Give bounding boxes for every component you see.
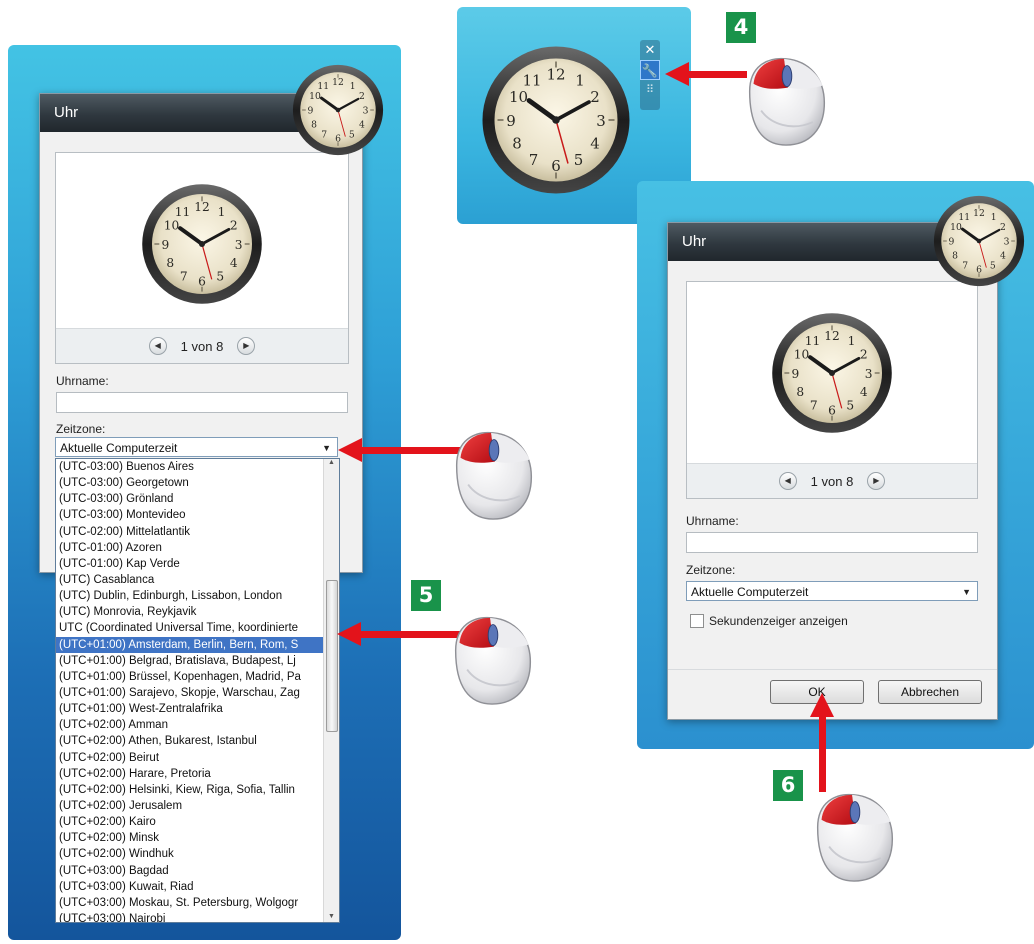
clock-gadget-thumbnail [292, 64, 384, 156]
step-badge-6: 6 [773, 770, 803, 801]
clock-gadget-thumbnail [933, 195, 1025, 287]
timezone-option[interactable]: (UTC+03:00) Nairobi [56, 911, 339, 922]
timezone-option[interactable]: (UTC+02:00) Athen, Bukarest, Istanbul [56, 733, 339, 749]
preview-pager: ◀ 1 von 8 ▶ [56, 328, 348, 363]
clock-preview: ◀ 1 von 8 ▶ [55, 152, 349, 364]
preview-pager: ◀ 1 von 8 ▶ [687, 463, 977, 498]
dropdown-scrollbar[interactable]: ▲ ▼ [323, 459, 339, 922]
scrollbar-thumb[interactable] [326, 580, 338, 732]
chevron-down-icon[interactable]: ▼ [962, 582, 971, 602]
timezone-option[interactable]: (UTC+01:00) West-Zentralafrika [56, 701, 339, 717]
close-icon[interactable]: ✕ [640, 40, 660, 60]
timezone-option[interactable]: (UTC-03:00) Grönland [56, 491, 339, 507]
timezone-option[interactable]: (UTC+02:00) Helsinki, Kiew, Riga, Sofia,… [56, 782, 339, 798]
clock-preview: ◀ 1 von 8 ▶ [686, 281, 978, 499]
timezone-dropdown-list: (UTC-03:00) Buenos Aires (UTC-03:00) Geor… [55, 458, 340, 923]
next-icon[interactable]: ▶ [867, 472, 886, 490]
timezone-label: Zeitzone: [686, 563, 736, 577]
timezone-option[interactable]: (UTC+03:00) Moskau, St. Petersburg, Wolg… [56, 895, 339, 911]
timezone-option[interactable]: (UTC-02:00) Mittelatlantik [56, 524, 339, 540]
clock-name-label: Uhrname: [686, 514, 739, 528]
timezone-option[interactable]: (UTC+02:00) Jerusalem [56, 798, 339, 814]
timezone-option[interactable]: (UTC+01:00) Brüssel, Kopenhagen, Madrid,… [56, 669, 339, 685]
timezone-option[interactable]: (UTC+02:00) Harare, Pretoria [56, 766, 339, 782]
scroll-up-icon[interactable]: ▲ [324, 459, 339, 466]
clock-name-label: Uhrname: [56, 374, 109, 388]
ok-button[interactable]: OK [770, 680, 864, 704]
timezone-select-value: Aktuelle Computerzeit [60, 441, 178, 455]
timezone-option[interactable]: (UTC-01:00) Azoren [56, 540, 339, 556]
gadget-toolbar: ✕ 🔧 ⠿ [640, 40, 660, 110]
timezone-option[interactable]: (UTC+03:00) Bagdad [56, 863, 339, 879]
timezone-option[interactable]: (UTC-03:00) Buenos Aires [56, 459, 339, 475]
timezone-option[interactable]: (UTC) Casablanca [56, 572, 339, 588]
timezone-option[interactable]: (UTC) Dublin, Edinburgh, Lissabon, Londo… [56, 588, 339, 604]
clock-preview-image [141, 183, 263, 305]
previous-icon[interactable]: ◀ [778, 472, 797, 490]
wrench-icon[interactable]: 🔧 [640, 60, 660, 80]
next-icon[interactable]: ▶ [237, 337, 256, 355]
mouse-icon [748, 57, 826, 147]
mouse-icon [455, 431, 533, 520]
pager-label: 1 von 8 [810, 473, 854, 489]
seconds-hand-option[interactable]: Sekundenzeiger anzeigen [690, 614, 848, 628]
timezone-select[interactable]: Aktuelle Computerzeit ▼ [686, 581, 978, 601]
chevron-down-icon[interactable]: ▼ [322, 438, 331, 458]
timezone-option[interactable]: (UTC+01:00) Belgrad, Bratislava, Budapes… [56, 653, 339, 669]
mouse-icon [454, 616, 532, 705]
timezone-option[interactable]: (UTC+03:00) Kuwait, Riad [56, 879, 339, 895]
timezone-option[interactable]: (UTC-01:00) Kap Verde [56, 556, 339, 572]
timezone-option[interactable]: (UTC+02:00) Minsk [56, 830, 339, 846]
scroll-down-icon[interactable]: ▼ [324, 913, 339, 920]
pager-label: 1 von 8 [180, 338, 224, 354]
timezone-option[interactable]: UTC (Coordinated Universal Time, koordin… [56, 620, 339, 636]
previous-icon[interactable]: ◀ [148, 337, 167, 355]
timezone-option[interactable]: (UTC+02:00) Windhuk [56, 846, 339, 862]
timezone-option[interactable]: (UTC+02:00) Amman [56, 717, 339, 733]
drag-handle-icon[interactable]: ⠿ [640, 80, 660, 100]
timezone-option-selected[interactable]: (UTC+01:00) Amsterdam, Berlin, Bern, Rom… [56, 636, 339, 653]
timezone-label: Zeitzone: [56, 422, 106, 436]
button-divider [668, 669, 997, 670]
timezone-option[interactable]: (UTC+02:00) Kairo [56, 814, 339, 830]
timezone-option[interactable]: (UTC-03:00) Montevideo [56, 507, 339, 523]
timezone-select-value: Aktuelle Computerzeit [691, 585, 809, 599]
clock-preview-image [771, 312, 893, 434]
timezone-option[interactable]: (UTC-03:00) Georgetown [56, 475, 339, 491]
clock-settings-dialog-2: Uhr ◀ 1 von 8 ▶ Uhrname: Zeitzone: Aktue… [667, 222, 998, 720]
timezone-option[interactable]: (UTC) Monrovia, Reykjavik [56, 604, 339, 620]
clock-gadget[interactable] [481, 45, 631, 195]
timezone-option[interactable]: (UTC+01:00) Sarajevo, Skopje, Warschau, … [56, 685, 339, 701]
clock-name-input[interactable] [686, 532, 978, 553]
cancel-button[interactable]: Abbrechen [878, 680, 982, 704]
seconds-hand-checkbox[interactable] [690, 614, 704, 628]
clock-name-input[interactable] [56, 392, 348, 413]
seconds-hand-label: Sekundenzeiger anzeigen [709, 614, 848, 628]
timezone-select[interactable]: Aktuelle Computerzeit ▼ [55, 437, 338, 457]
step-badge-5: 5 [411, 580, 441, 611]
timezone-option[interactable]: (UTC+02:00) Beirut [56, 750, 339, 766]
step-badge-4: 4 [726, 12, 756, 43]
mouse-icon [816, 793, 894, 882]
